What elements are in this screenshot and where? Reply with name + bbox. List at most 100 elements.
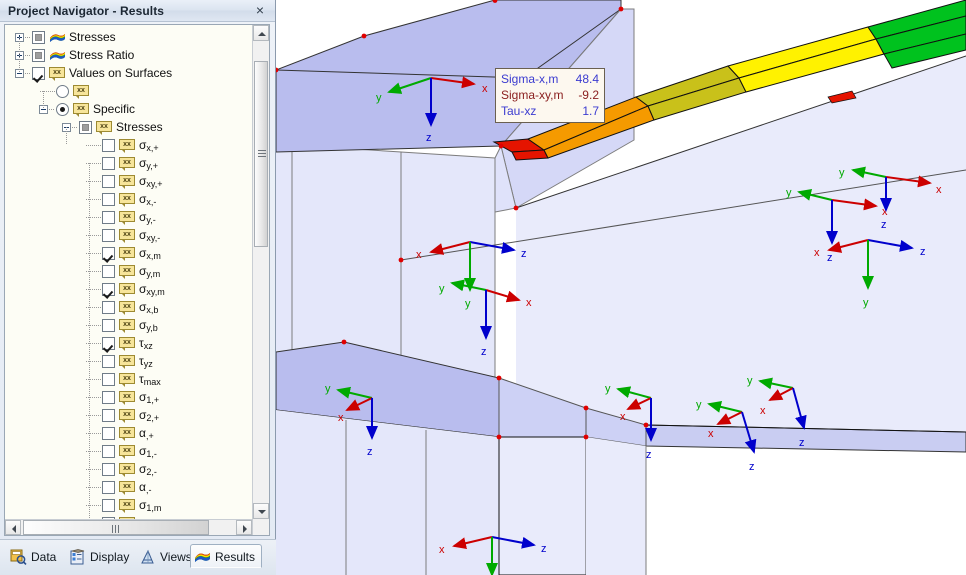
scroll-right-arrow-icon <box>243 525 247 533</box>
tree-item-label: σx,+ <box>139 138 159 153</box>
scroll-grip-icon <box>258 150 266 157</box>
tree-item-checkbox[interactable] <box>102 427 115 440</box>
xx-tag-text: xx <box>123 141 131 148</box>
navigator-titlebar: Project Navigator - Results × <box>0 0 275 22</box>
tree-item-label: σ1,- <box>139 444 157 459</box>
tree-item-label: Values on Surfaces <box>69 66 173 80</box>
tree-item-checkbox[interactable] <box>102 139 115 152</box>
tree-item-checkbox[interactable] <box>102 409 115 422</box>
tree-item-radio[interactable] <box>56 103 69 116</box>
tree-item-label: α,+ <box>139 426 154 441</box>
scroll-thumb[interactable] <box>254 61 268 247</box>
xx-tag-icon: xx <box>119 319 136 333</box>
tree-item-checkbox[interactable] <box>102 355 115 368</box>
svg-text:y: y <box>839 167 845 179</box>
tree-item-checkbox[interactable] <box>102 283 115 296</box>
xx-tag-text: xx <box>77 105 85 112</box>
tree-scroll-region[interactable]: Stresses Stress Ratio xx Values on Surfaces… <box>5 25 252 535</box>
tree-guide-line <box>66 127 67 145</box>
tab-display[interactable]: Display <box>65 544 136 568</box>
xx-tag-icon: xx <box>119 445 136 459</box>
tree-item-label: Stresses <box>69 30 116 44</box>
tree-item-checkbox[interactable] <box>32 49 45 62</box>
svg-text:z: z <box>426 132 432 144</box>
tree-item-label: σxy,- <box>139 228 161 243</box>
svg-text:z: z <box>920 246 926 258</box>
tree-item-radio[interactable] <box>56 85 69 98</box>
tree-item-checkbox[interactable] <box>102 211 115 224</box>
xx-tag-icon: xx <box>119 211 136 225</box>
tab-results[interactable]: Results <box>190 544 263 568</box>
tree-item-checkbox[interactable] <box>102 481 115 494</box>
partial-state-icon <box>35 34 42 41</box>
tab-label: Data <box>31 550 57 564</box>
tree-item-label: σ1,+ <box>139 390 160 405</box>
tree-item-checkbox[interactable] <box>102 175 115 188</box>
svg-text:y: y <box>747 375 753 387</box>
scroll-thumb[interactable] <box>23 520 209 535</box>
svg-text:z: z <box>541 543 547 555</box>
xx-tag-text: xx <box>123 411 131 418</box>
tooltip-row: Sigma-xy,m -9.2 <box>501 87 599 103</box>
xx-tag-icon: xx <box>73 85 90 99</box>
xx-tag-icon: xx <box>119 373 136 387</box>
tree-item-checkbox[interactable] <box>102 463 115 476</box>
tree-item-checkbox[interactable] <box>32 31 45 44</box>
tab-data[interactable]: Data <box>6 544 63 568</box>
tree-item-label: σy,+ <box>139 156 158 171</box>
scroll-up-button[interactable] <box>253 25 269 41</box>
tree-item-checkbox[interactable] <box>102 157 115 170</box>
tooltip-row-value: 48.4 <box>575 72 599 86</box>
xx-tag-icon: xx <box>119 283 136 297</box>
xx-tag-icon: xx <box>119 463 136 477</box>
svg-text:y: y <box>325 383 331 395</box>
close-icon[interactable]: × <box>251 2 269 19</box>
tree-item-checkbox[interactable] <box>102 193 115 206</box>
xx-tag-text: xx <box>123 213 131 220</box>
tree-guide-line <box>89 163 90 524</box>
tab-label: Display <box>90 550 130 564</box>
results-tree[interactable]: Stresses Stress Ratio xx Values on Surfaces… <box>4 24 270 536</box>
model-viewport[interactable]: x y z x z y x z y x y z y x z x z y x z … <box>276 0 966 575</box>
tree-item-checkbox[interactable] <box>102 265 115 278</box>
tree-item-checkbox[interactable] <box>102 499 115 512</box>
tree-item-checkbox[interactable] <box>102 229 115 242</box>
scroll-up-arrow-icon <box>258 32 266 36</box>
tree-item-checkbox[interactable] <box>102 373 115 386</box>
tree-item-checkbox[interactable] <box>102 319 115 332</box>
svg-text:x: x <box>760 405 766 417</box>
project-navigator-panel: Project Navigator - Results × Stresses St… <box>0 0 276 575</box>
tree-item-checkbox[interactable] <box>102 247 115 260</box>
tree-item-label: τmax <box>139 372 161 387</box>
xx-tag-icon: xx <box>119 499 136 513</box>
tree-guide-line <box>19 37 20 73</box>
xx-tag-text: xx <box>123 393 131 400</box>
tree-item-checkbox[interactable] <box>32 67 45 80</box>
tooltip-row: Sigma-x,m 48.4 <box>501 71 599 87</box>
scroll-left-button[interactable] <box>5 520 21 535</box>
tree-item-label: σ2,- <box>139 462 157 477</box>
scroll-down-button[interactable] <box>253 503 269 519</box>
svg-text:z: z <box>521 248 527 260</box>
scroll-right-button[interactable] <box>236 520 252 535</box>
svg-text:x: x <box>482 83 488 95</box>
tree-item-label: σxy,+ <box>139 174 163 189</box>
tree-item-checkbox[interactable] <box>102 301 115 314</box>
tree-item-checkbox[interactable] <box>102 337 115 350</box>
tree-item-checkbox[interactable] <box>102 445 115 458</box>
tree-vertical-scrollbar[interactable] <box>252 25 269 535</box>
tooltip-row-value: -9.2 <box>578 88 599 102</box>
tree-item-label: τxz <box>139 336 153 351</box>
xx-tag-text: xx <box>123 483 131 490</box>
svg-text:y: y <box>376 92 382 104</box>
tree-guide-line <box>43 91 44 109</box>
tree-item-checkbox[interactable] <box>79 121 92 134</box>
tree-item-checkbox[interactable] <box>102 391 115 404</box>
svg-text:y: y <box>863 297 869 309</box>
tree-item-label: σx,- <box>139 192 157 207</box>
tree-horizontal-scrollbar[interactable] <box>5 519 252 535</box>
result-tooltip: Sigma-x,m 48.4 Sigma-xy,m -9.2 Tau-xz 1.… <box>495 68 605 123</box>
xx-tag-text: xx <box>123 447 131 454</box>
svg-text:x: x <box>416 249 422 261</box>
xx-tag-icon: xx <box>119 409 136 423</box>
